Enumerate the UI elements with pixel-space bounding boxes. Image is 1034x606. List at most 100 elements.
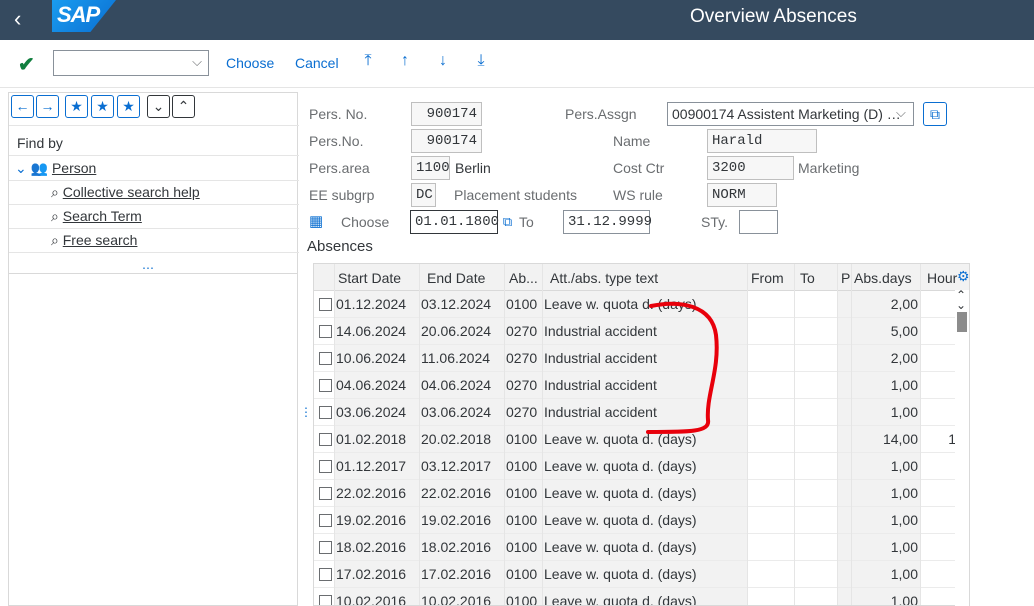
col-type-text[interactable]: Att./abs. type text — [550, 270, 658, 286]
to-date-field[interactable]: 31.12.9999 — [563, 210, 652, 234]
row-checkbox[interactable] — [319, 487, 332, 500]
cell-end-date: 03.12.2017 — [421, 458, 492, 474]
pers-assgn-value: 00900174 Assistent Marketing (D) … — [672, 106, 901, 122]
toolbar: ✔ ⌵ Choose Cancel ⤒ ↑ ↓ ⤓ — [0, 40, 1034, 88]
command-field[interactable]: ⌵ — [53, 50, 209, 76]
table-row[interactable]: 04.06.2024 04.06.2024 0270 Industrial accid… — [314, 372, 969, 399]
date-picker-icon[interactable]: ⧉ — [499, 211, 516, 233]
cell-start-date: 18.02.2016 — [336, 539, 407, 555]
row-checkbox[interactable] — [319, 406, 332, 419]
row-checkbox[interactable] — [319, 433, 332, 446]
collapse-all-icon[interactable]: ⌃ — [172, 95, 195, 118]
copy-icon[interactable]: ⧉ — [923, 102, 947, 126]
pers-area-label: Pers.area — [309, 160, 370, 176]
col-p[interactable]: P — [841, 270, 850, 286]
row-checkbox[interactable] — [319, 595, 332, 605]
table-row[interactable]: 01.12.2017 03.12.2017 0100 Leave w. quota d… — [314, 453, 969, 480]
cell-end-date: 03.06.2024 — [421, 404, 492, 420]
last-page-icon[interactable]: ⤓ — [470, 52, 492, 74]
scroll-up-down-icon[interactable]: ⌃ ⌄ — [956, 289, 966, 311]
col-abs-days[interactable]: Abs.days — [854, 270, 912, 286]
table-row[interactable]: 01.02.2018 20.02.2018 0100 Leave w. quota d… — [314, 426, 969, 453]
table-row[interactable]: 19.02.2016 19.02.2016 0100 Leave w. quota d… — [314, 507, 969, 534]
choose-period-label: Choose — [341, 214, 390, 230]
pers-assgn-dropdown[interactable]: 00900174 Assistent Marketing (D) … — [667, 102, 914, 126]
chevron-down-icon[interactable]: ⌵ — [192, 54, 202, 70]
cancel-button[interactable]: Cancel — [295, 55, 339, 71]
person-label: Person — [51, 160, 97, 176]
splitter-handle-icon[interactable]: ⋮ — [300, 406, 312, 418]
cell-end-date: 20.02.2018 — [421, 431, 492, 447]
table-row[interactable]: 17.02.2016 17.02.2016 0100 Leave w. quota d… — [314, 561, 969, 588]
cell-ab: 0100 — [506, 539, 538, 555]
cell-ab: 0270 — [506, 350, 538, 366]
tree-node-person[interactable]: ⌄ 👥 Person — [15, 160, 96, 177]
choose-button[interactable]: Choose — [226, 55, 274, 71]
chevron-down-icon[interactable]: ⌄ — [15, 160, 27, 176]
col-end-date[interactable]: End Date — [427, 270, 485, 286]
chevron-down-icon[interactable]: ⌵ — [896, 105, 906, 121]
arrow-right-icon[interactable]: → — [36, 95, 59, 118]
cost-ctr-field: 3200 — [707, 156, 794, 180]
cell-type-text: Industrial accident — [544, 323, 657, 339]
ws-rule-label: WS rule — [613, 187, 663, 203]
table-row[interactable]: 03.06.2024 03.06.2024 0270 Industrial accid… — [314, 399, 969, 426]
col-from[interactable]: From — [751, 270, 784, 286]
cell-ab: 0100 — [506, 566, 538, 582]
cell-abs-days: 1,00 — [890, 485, 918, 501]
col-start-date[interactable]: Start Date — [338, 270, 401, 286]
scrollbar-thumb[interactable] — [957, 312, 967, 332]
row-checkbox[interactable] — [319, 460, 332, 473]
row-checkbox[interactable] — [319, 541, 332, 554]
row-checkbox[interactable] — [319, 379, 332, 392]
tree-item-search-term[interactable]: ⌕ Search Term — [51, 208, 142, 225]
check-icon[interactable]: ✔ — [18, 52, 35, 77]
col-ab[interactable]: Ab... — [509, 270, 538, 286]
cell-ab: 0100 — [506, 593, 538, 606]
cell-type-text: Industrial accident — [544, 350, 657, 366]
pers-no-field[interactable]: 900174 — [411, 102, 482, 126]
cell-end-date: 11.06.2024 — [421, 350, 491, 366]
sty-field[interactable] — [739, 210, 778, 234]
cell-abs-days: 1,00 — [890, 593, 918, 606]
row-checkbox[interactable] — [319, 568, 332, 581]
first-page-icon[interactable]: ⤒ — [357, 52, 379, 74]
table-row[interactable]: 14.06.2024 20.06.2024 0270 Industrial accid… — [314, 318, 969, 345]
back-icon[interactable]: ‹ — [14, 6, 40, 32]
table-row[interactable]: 10.06.2024 11.06.2024 0270 Industrial accid… — [314, 345, 969, 372]
cell-end-date: 22.02.2016 — [421, 485, 492, 501]
cell-abs-days: 5,00 — [890, 323, 918, 339]
previous-page-icon[interactable]: ↑ — [394, 52, 416, 74]
cell-abs-days: 1,00 — [890, 512, 918, 528]
arrow-left-icon[interactable]: ← — [11, 95, 34, 118]
calendar-icon[interactable]: ▦ — [309, 212, 323, 230]
cell-end-date: 20.06.2024 — [421, 323, 492, 339]
expand-all-icon[interactable]: ⌄ — [147, 95, 170, 118]
col-to[interactable]: To — [800, 270, 815, 286]
table-settings-icon[interactable]: ⚙ — [957, 268, 969, 285]
cell-type-text: Leave w. quota d. (days) — [544, 512, 697, 528]
from-date-field[interactable]: 01.01.1800 — [410, 210, 499, 234]
cell-start-date: 01.12.2024 — [336, 296, 407, 312]
row-checkbox[interactable] — [319, 514, 332, 527]
table-row[interactable]: 10.02.2016 10.02.2016 0100 Leave w. quota d… — [314, 588, 969, 606]
row-checkbox[interactable] — [319, 352, 332, 365]
cell-start-date: 19.02.2016 — [336, 512, 407, 528]
table-row[interactable]: 18.02.2016 18.02.2016 0100 Leave w. quota d… — [314, 534, 969, 561]
cell-ab: 0270 — [506, 377, 538, 393]
cell-type-text: Leave w. quota d. (days) — [544, 296, 697, 312]
next-page-icon[interactable]: ↓ — [432, 52, 454, 74]
table-row[interactable]: 22.02.2016 22.02.2016 0100 Leave w. quota d… — [314, 480, 969, 507]
star-icon[interactable]: ★ — [91, 95, 114, 118]
tree-item-collective-search[interactable]: ⌕ Collective search help — [51, 184, 200, 201]
tree-item-label: Search Term — [62, 208, 142, 224]
tree-item-free-search[interactable]: ⌕ Free search — [51, 232, 137, 249]
table-scrollbar[interactable]: ⌃ ⌄ — [955, 289, 969, 606]
col-hours[interactable]: Hour — [927, 270, 957, 286]
row-checkbox[interactable] — [319, 298, 332, 311]
star-edit-icon[interactable]: ★ — [117, 95, 140, 118]
row-checkbox[interactable] — [319, 325, 332, 338]
cell-end-date: 18.02.2016 — [421, 539, 492, 555]
table-row[interactable]: 01.12.2024 03.12.2024 0100 Leave w. quota d… — [314, 291, 969, 318]
star-add-icon[interactable]: ★ — [65, 95, 88, 118]
